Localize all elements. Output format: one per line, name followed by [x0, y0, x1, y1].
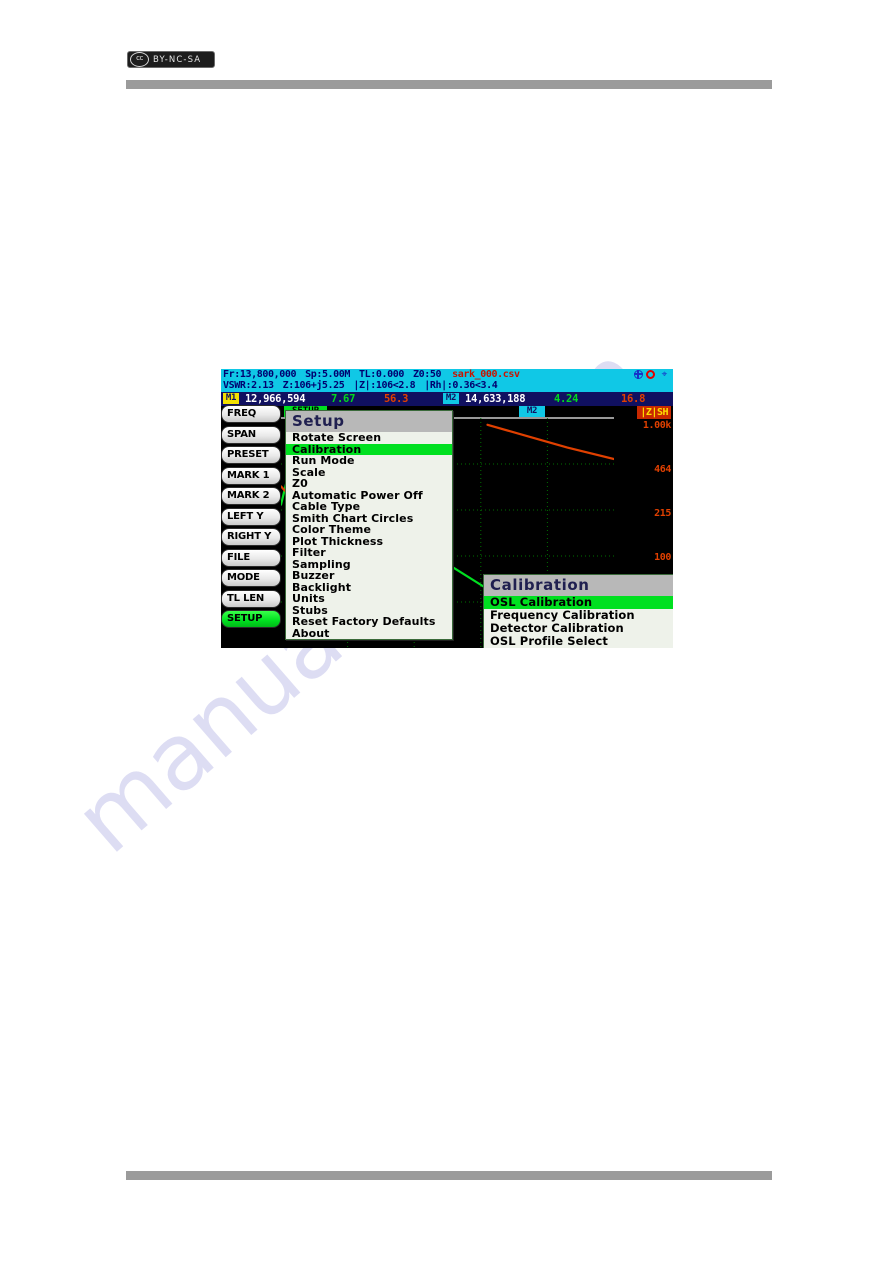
status-bar: Fr:13,800,000 Sp:5.00M TL:0.000 Z0:50 sark_0… [221, 369, 673, 392]
device-screen: Fr:13,800,000 Sp:5.00M TL:0.000 Z0:50 sark_0… [221, 369, 673, 648]
menu-item-calibration[interactable]: Calibration [286, 443, 452, 455]
marker-bar: M1 12,966,594 7.67 56.3 M2 14,633,188 4.… [221, 392, 673, 406]
marker2-frequency: 14,633,188 [465, 393, 526, 405]
softkey-preset[interactable]: PRESET [221, 446, 281, 464]
menu-item-cable-type[interactable]: Cable Type [286, 501, 452, 513]
softkey-span[interactable]: SPAN [221, 425, 281, 444]
cc-logo-icon: cc [130, 52, 149, 67]
status-icon-group: ⌖ [633, 369, 671, 380]
setup-menu: Setup Rotate Screen Calibration Run Mode Sc… [285, 410, 453, 640]
calibration-menu: Calibration OSL Calibration Frequency Cal… [483, 574, 673, 648]
cc-license-terms: BY-NC-SA [153, 54, 202, 65]
menu-item-units[interactable]: Units [286, 593, 452, 605]
filename-readout: sark_000.csv [452, 369, 520, 380]
z0-readout: Z0:50 [413, 369, 442, 380]
right-axis-label: |Z|SH [637, 406, 671, 419]
menu-item-backlight[interactable]: Backlight [286, 582, 452, 594]
menu-item-stubs[interactable]: Stubs [286, 605, 452, 617]
status-line-secondary: VSWR:2.13 Z:106+j5.25 |Z|:106<2.8 |Rh|:0.36… [223, 380, 673, 391]
softkey-left-y[interactable]: LEFT Y [221, 507, 281, 526]
menu-item-osl-profile-select[interactable]: OSL Profile Select [484, 635, 673, 648]
calibration-menu-items: OSL Calibration Frequency Calibration Dete… [484, 596, 673, 648]
creative-commons-badge: cc BY-NC-SA [127, 51, 215, 68]
right-axis-tick-0: 1.00k [642, 420, 672, 431]
marker2-orange-value: 16.8 [621, 393, 646, 405]
menu-item-osl-calibration[interactable]: OSL Calibration [484, 596, 673, 609]
menu-item-reset-factory-defaults[interactable]: Reset Factory Defaults [286, 616, 452, 628]
marker1-tag: M1 [223, 393, 239, 404]
marker1-green-value: 7.67 [331, 393, 356, 405]
softkey-freq[interactable]: FREQ [221, 405, 281, 423]
menu-item-rotate-screen[interactable]: Rotate Screen [286, 432, 452, 444]
right-axis-tick-3: 100 [654, 552, 671, 563]
usb-icon: ⌖ [661, 369, 668, 380]
vswr-readout: VSWR:2.13 [223, 380, 274, 391]
tl-readout: TL:0.000 [359, 369, 405, 380]
reflection-coefficient-readout: |Rh|:0.36<3.4 [424, 380, 498, 391]
softkey-setup[interactable]: SETUP [221, 610, 281, 628]
menu-item-frequency-calibration[interactable]: Frequency Calibration [484, 609, 673, 622]
marker2-green-value: 4.24 [554, 393, 579, 405]
setup-menu-title: Setup [286, 411, 452, 432]
menu-item-z0[interactable]: Z0 [286, 478, 452, 490]
watermark: manualslib.com [55, 325, 760, 1020]
marker2-tag: M2 [443, 393, 459, 404]
setup-menu-items: Rotate Screen Calibration Run Mode Scale Z0 A… [286, 432, 452, 639]
menu-item-smith-chart-circles[interactable]: Smith Chart Circles [286, 513, 452, 525]
menu-item-sampling[interactable]: Sampling [286, 559, 452, 571]
network-icon [633, 369, 643, 379]
menu-item-plot-thickness[interactable]: Plot Thickness [286, 536, 452, 548]
span-readout: Sp:5.00M [305, 369, 351, 380]
calibration-menu-title: Calibration [484, 575, 673, 596]
softkey-file[interactable]: FILE [221, 548, 281, 567]
menu-item-detector-calibration[interactable]: Detector Calibration [484, 622, 673, 635]
marker1-frequency: 12,966,594 [245, 393, 306, 405]
menu-item-color-theme[interactable]: Color Theme [286, 524, 452, 536]
marker1-orange-value: 56.3 [384, 393, 409, 405]
softkey-column: FREQ SPAN PRESET MARK 1 MARK 2 LEFT Y RIGHT Y F… [221, 405, 283, 631]
softkey-mark-2[interactable]: MARK 2 [221, 487, 281, 505]
footer-divider [126, 1171, 772, 1180]
menu-item-scale[interactable]: Scale [286, 467, 452, 479]
softkey-mode[interactable]: MODE [221, 569, 281, 587]
menu-item-buzzer[interactable]: Buzzer [286, 570, 452, 582]
frequency-readout: Fr:13,800,000 [223, 369, 297, 380]
right-axis-tick-1: 464 [654, 464, 671, 475]
softkey-mark-1[interactable]: MARK 1 [221, 466, 281, 485]
status-line-primary: Fr:13,800,000 Sp:5.00M TL:0.000 Z0:50 sark_0… [223, 369, 673, 380]
record-icon [646, 370, 655, 379]
impedance-magnitude-readout: |Z|:106<2.8 [353, 380, 416, 391]
menu-item-filter[interactable]: Filter [286, 547, 452, 559]
softkey-right-y[interactable]: RIGHT Y [221, 528, 281, 546]
menu-item-about[interactable]: About [286, 628, 452, 640]
menu-item-automatic-power-off[interactable]: Automatic Power Off [286, 490, 452, 502]
impedance-readout: Z:106+j5.25 [282, 380, 345, 391]
softkey-tl-len[interactable]: TL LEN [221, 589, 281, 608]
right-axis-tick-2: 215 [654, 508, 671, 519]
menu-item-run-mode[interactable]: Run Mode [286, 455, 452, 467]
header-divider [126, 80, 772, 89]
